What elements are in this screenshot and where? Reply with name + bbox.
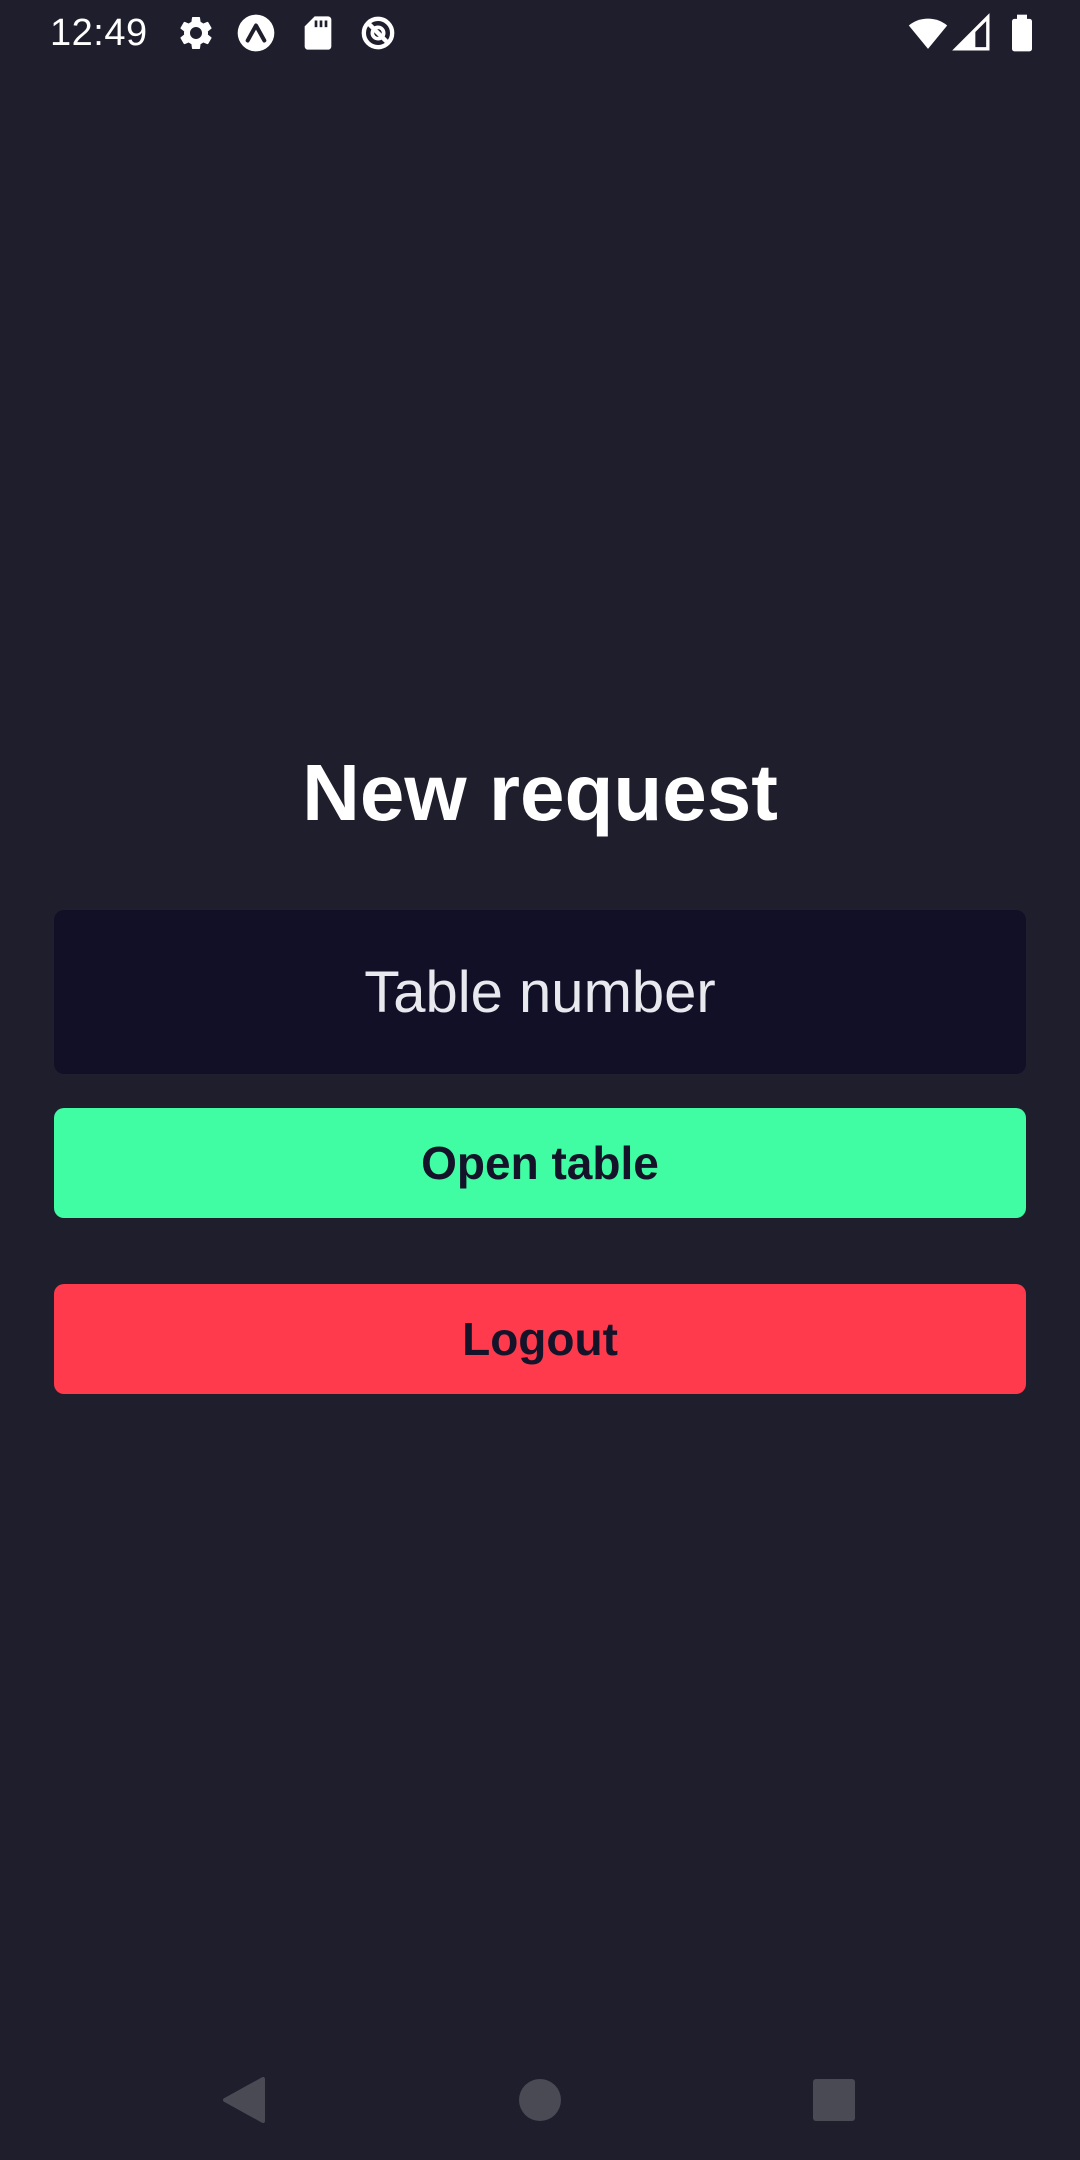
open-table-button[interactable]: Open table [54, 1108, 1026, 1218]
wifi-icon [908, 18, 948, 49]
back-icon [223, 2077, 265, 2123]
back-button[interactable] [194, 2050, 294, 2150]
battery-icon [1012, 14, 1032, 52]
recents-button[interactable] [784, 2050, 884, 2150]
expo-icon [237, 14, 275, 52]
home-button[interactable] [490, 2050, 590, 2150]
navigation-bar [0, 2040, 1080, 2160]
no-sync-icon [361, 16, 395, 50]
page-title: New request [302, 748, 778, 837]
gear-icon [180, 16, 212, 49]
recents-icon [813, 2079, 855, 2121]
table-number-input[interactable] [54, 910, 1026, 1074]
logout-button[interactable]: Logout [54, 1284, 1026, 1394]
sd-card-icon [304, 16, 332, 50]
cellular-signal-icon [952, 13, 990, 51]
status-time: 12:49 [50, 12, 148, 54]
home-icon [519, 2079, 561, 2121]
status-bar: 12:49 [0, 0, 1080, 66]
